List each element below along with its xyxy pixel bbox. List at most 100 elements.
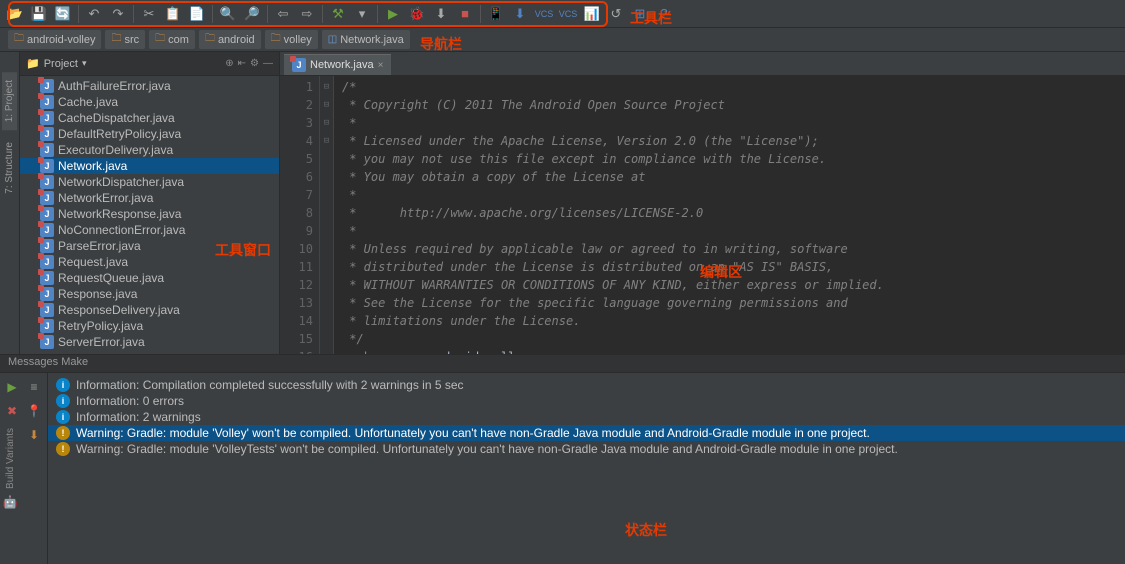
tree-item[interactable]: AuthFailureError.java (20, 78, 279, 94)
export-icon[interactable]: ⬇ (24, 425, 44, 445)
tree-item[interactable]: DefaultRetryPolicy.java (20, 126, 279, 142)
tab-structure[interactable]: 7: Structure (2, 134, 17, 202)
run-config-dropdown-icon[interactable]: ▾ (351, 3, 373, 25)
editor-area: Network.java × 1234567891011121314151617… (280, 52, 1125, 354)
close-icon[interactable]: × (378, 60, 384, 71)
collapse-icon[interactable]: ⇤ (238, 58, 246, 69)
fold-gutter[interactable]: ⊟⊟⊟⊟ (320, 76, 334, 354)
editor-tab-network[interactable]: Network.java × (284, 54, 391, 75)
message-item[interactable]: !Warning: Gradle: module 'VolleyTests' w… (48, 441, 1125, 457)
message-item[interactable]: !Warning: Gradle: module 'Volley' won't … (48, 425, 1125, 441)
java-file-icon (40, 159, 54, 173)
tree-item[interactable]: Response.java (20, 286, 279, 302)
help-icon[interactable]: ? (653, 3, 675, 25)
structure-icon[interactable]: ⊞ (629, 3, 651, 25)
folder-icon: 🗀 (14, 31, 24, 48)
file-name: ServerError.java (58, 335, 145, 349)
stop-icon[interactable]: ■ (454, 3, 476, 25)
paste-icon[interactable]: 📄 (186, 3, 208, 25)
sync-icon[interactable]: 🔄 (52, 3, 74, 25)
tree-item[interactable]: Network.java (20, 158, 279, 174)
breadcrumb-item[interactable]: 🗀android (199, 30, 261, 49)
java-file-icon (40, 335, 54, 349)
tree-item[interactable]: Cache.java (20, 94, 279, 110)
copy-icon[interactable]: 📋 (162, 3, 184, 25)
rerun-icon[interactable]: ▶ (2, 377, 22, 397)
project-tool-window: 📁 Project ▾ ⊕ ⇤ ⚙ — AuthFailureError.jav… (20, 52, 280, 354)
tree-item[interactable]: NetworkError.java (20, 190, 279, 206)
java-file-icon (40, 175, 54, 189)
tab-build-variants[interactable]: Build Variants (5, 428, 16, 489)
debug-icon[interactable]: 🐞 (406, 3, 428, 25)
forward-icon[interactable]: ⇨ (296, 3, 318, 25)
messages-title: Messages Make (0, 355, 1125, 373)
file-name: Cache.java (58, 95, 118, 109)
tree-item[interactable]: Request.java (20, 254, 279, 270)
tree-item[interactable]: RequestQueue.java (20, 270, 279, 286)
vcs-icon[interactable]: VCS (533, 3, 555, 25)
java-file-icon (40, 127, 54, 141)
save-icon[interactable]: 💾 (28, 3, 50, 25)
message-item[interactable]: iInformation: Compilation completed succ… (48, 377, 1125, 393)
file-tree[interactable]: AuthFailureError.javaCache.javaCacheDisp… (20, 76, 279, 354)
line-gutter: 12345678910111213141516171819202122 (280, 76, 320, 354)
avd-icon[interactable]: 📱 (485, 3, 507, 25)
close-messages-icon[interactable]: ✖ (2, 401, 22, 421)
file-name: DefaultRetryPolicy.java (58, 127, 181, 141)
java-file-icon (40, 95, 54, 109)
messages-list[interactable]: iInformation: Compilation completed succ… (48, 373, 1125, 564)
breadcrumb-label: android (218, 34, 255, 46)
java-file-icon (40, 255, 54, 269)
find-icon[interactable]: 🔍 (217, 3, 239, 25)
tree-item[interactable]: NetworkResponse.java (20, 206, 279, 222)
tree-item[interactable]: ExecutorDelivery.java (20, 142, 279, 158)
tree-item[interactable]: CacheDispatcher.java (20, 110, 279, 126)
undo-icon[interactable]: ↶ (83, 3, 105, 25)
chevron-down-icon[interactable]: ▾ (82, 58, 87, 69)
pin-icon[interactable]: 📍 (24, 401, 44, 421)
tree-item[interactable]: NetworkDispatcher.java (20, 174, 279, 190)
tree-item[interactable]: ParseError.java (20, 238, 279, 254)
back-icon[interactable]: ⇦ (272, 3, 294, 25)
main-toolbar: 📂 💾 🔄 ↶ ↷ ✂ 📋 📄 🔍 🔎 ⇦ ⇨ ⚒ ▾ ▶ 🐞 ⬇ ■ 📱 ⬇ … (0, 0, 1125, 28)
sdk-icon[interactable]: ⬇ (509, 3, 531, 25)
replace-icon[interactable]: 🔎 (241, 3, 263, 25)
tree-item[interactable]: ServerError.java (20, 334, 279, 350)
message-item[interactable]: iInformation: 2 warnings (48, 409, 1125, 425)
file-name: Request.java (58, 255, 128, 269)
breadcrumb-label: Network.java (340, 34, 404, 46)
make-icon[interactable]: ⚒ (327, 3, 349, 25)
revert-icon[interactable]: ↺ (605, 3, 627, 25)
tree-item[interactable]: ResponseDelivery.java (20, 302, 279, 318)
cut-icon[interactable]: ✂ (138, 3, 160, 25)
filter-icon[interactable]: ≡ (24, 377, 44, 397)
breadcrumb-item[interactable]: 🗀android-volley (8, 30, 101, 49)
breadcrumb-item[interactable]: 🗀com (149, 30, 195, 49)
tree-item[interactable]: RetryPolicy.java (20, 318, 279, 334)
tree-item[interactable]: NoConnectionError.java (20, 222, 279, 238)
code-area[interactable]: /* * Copyright (C) 2011 The Android Open… (334, 76, 1125, 354)
file-name: NetworkDispatcher.java (58, 175, 184, 189)
open-icon[interactable]: 📂 (4, 3, 26, 25)
warning-icon: ! (56, 442, 70, 456)
breadcrumb-item[interactable]: 🗀volley (265, 30, 318, 49)
monitor-icon[interactable]: 📊 (581, 3, 603, 25)
target-icon[interactable]: ⊕ (225, 58, 233, 69)
run-icon[interactable]: ▶ (382, 3, 404, 25)
hide-icon[interactable]: — (263, 58, 273, 69)
attach-icon[interactable]: ⬇ (430, 3, 452, 25)
breadcrumb-item[interactable]: ◫Network.java (322, 30, 410, 49)
android-icon[interactable]: 🤖 (3, 495, 18, 509)
redo-icon[interactable]: ↷ (107, 3, 129, 25)
message-item[interactable]: iInformation: 0 errors (48, 393, 1125, 409)
vcs-update-icon[interactable]: VCS (557, 3, 579, 25)
gear-icon[interactable]: ⚙ (250, 58, 259, 69)
breadcrumb-item[interactable]: 🗀src (105, 30, 145, 49)
java-file-icon (40, 143, 54, 157)
tab-project[interactable]: 1: Project (2, 72, 17, 130)
editor-body[interactable]: 12345678910111213141516171819202122 ⊟⊟⊟⊟… (280, 76, 1125, 354)
message-text: Information: 0 errors (76, 394, 184, 408)
file-name: Network.java (58, 159, 127, 173)
project-header: 📁 Project ▾ ⊕ ⇤ ⚙ — (20, 52, 279, 76)
java-file-icon (40, 287, 54, 301)
